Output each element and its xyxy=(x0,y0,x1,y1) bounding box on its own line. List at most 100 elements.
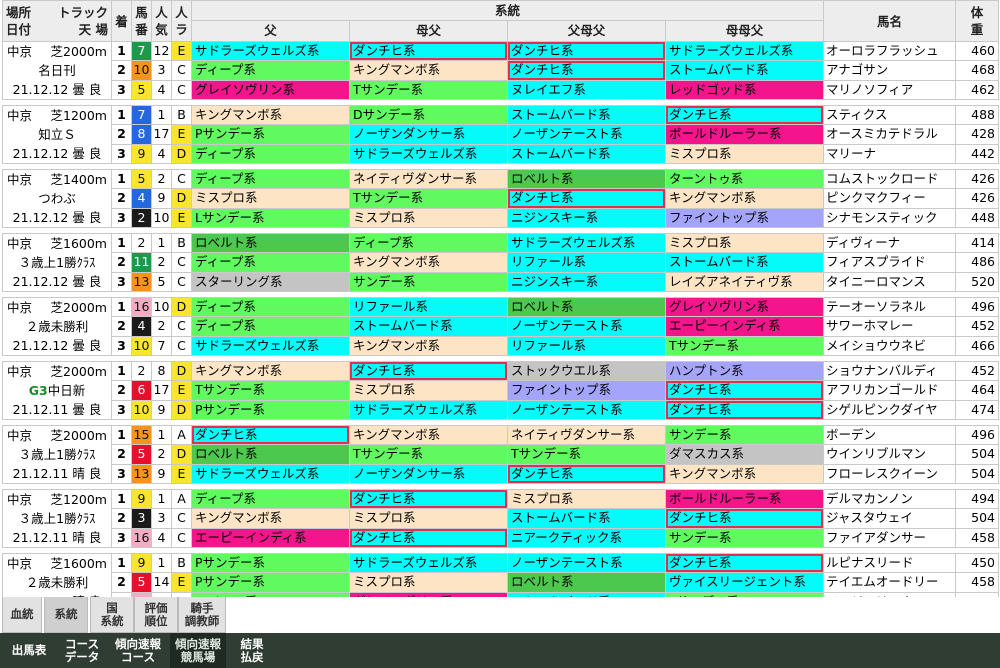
popularity: 4 xyxy=(151,527,172,549)
horse-name[interactable]: ディヴィーナ xyxy=(823,232,957,254)
horse-name[interactable]: スティクス xyxy=(823,104,957,126)
horse-name[interactable]: シゲルピンクダイヤ xyxy=(823,399,957,421)
horse-weight: 448 xyxy=(955,207,1000,229)
sire-damsire-lineage: ノーザンテースト系 xyxy=(507,552,666,574)
sire-lineage: ディープ系 xyxy=(191,316,350,337)
tab-keitou[interactable]: 系統 xyxy=(44,597,88,633)
sire-damsire-lineage: ヌレイエフ系 xyxy=(507,79,666,101)
table-row[interactable]: 中京 芝2000m G3中日新 21.12.11 曇 良 1 2 8 D キングマンボ系 ダンチヒ… xyxy=(2,360,1000,420)
table-row[interactable]: 中京芝1600m２歳未勝利21.12.11 晴 良191BPサンデー系サドラーズ… xyxy=(2,552,1000,612)
table-row[interactable]: 2 8 17 E Pサンデー系 ノーザンダンサー系 ノーザンテースト系 ボールドルーラー系 オー… xyxy=(3,124,1000,145)
race-info[interactable]: 中京 芝2000m ２歳未勝利 21.12.12 曇 良 xyxy=(2,297,112,356)
horse-name[interactable]: シナモンスティック xyxy=(823,207,957,229)
horse-name[interactable]: テーオーソラネル xyxy=(823,296,957,318)
weight-header: 体重 xyxy=(955,0,1000,42)
table-row[interactable]: 3 10 9 D Pサンデー系 サドラーズウェルズ系 ノーザンテースト系 ダンチヒ系 シゲルピン… xyxy=(3,399,1000,421)
horse-name[interactable]: オーロラフラッシュ xyxy=(823,40,957,62)
horse-name[interactable]: アナゴサン xyxy=(823,60,957,81)
table-row[interactable]: 2 4 9 D ミスプロ系 Tサンデー系 ダンチヒ系 キングマンボ系 ピンクマクフィー 426 xyxy=(3,188,1000,209)
race-class-name: ２歳未勝利 xyxy=(25,575,89,590)
nav-trend-course[interactable]: 傾向速報 コース xyxy=(110,633,166,668)
table-row[interactable]: 2 5 14 E Pサンデー系 ミスプロ系 ロベルト系 ヴァイスリージェント系 テイエムオードリ… xyxy=(3,572,1000,593)
table-row[interactable]: 3 2 10 E Lサンデー系 ミスプロ系 ニジンスキー系 ファイントップ系 シナモンスティック… xyxy=(3,207,1000,229)
race-weather: 晴 xyxy=(72,466,85,481)
race-info[interactable]: 中京 芝1400m つわぶ 21.12.12 曇 良 xyxy=(2,169,112,228)
finish-rank: 2 xyxy=(111,60,132,81)
la-grade: D xyxy=(171,399,192,421)
race-weather: 曇 xyxy=(72,402,85,417)
nav-trend-racecourse[interactable]: 傾向速報 競馬場 xyxy=(170,633,226,668)
sire-lineage: サドラーズウェルズ系 xyxy=(191,463,350,485)
tab-kishu-chokyoshi[interactable]: 騎手 調教師 xyxy=(178,597,226,633)
table-row[interactable]: 3 13 9 E サドラーズウェルズ系 ノーザンダンサー系 ダンチヒ系 キングマンボ系 フローレ… xyxy=(3,463,1000,485)
horse-name[interactable]: マリーナ xyxy=(823,143,957,165)
tab-hyoka-juni[interactable]: 評価 順位 xyxy=(134,597,178,633)
horse-number-value: 9 xyxy=(137,491,146,506)
horse-number: 10 xyxy=(131,399,152,421)
horse-name[interactable]: ウインリブルマン xyxy=(823,444,957,465)
race-weather: 曇 xyxy=(72,338,85,353)
horse-name[interactable]: テイエムオードリー xyxy=(823,572,957,593)
horse-weight: 452 xyxy=(955,360,1000,382)
la-grade: B xyxy=(171,104,192,126)
horse-name[interactable]: メイショウウネビ xyxy=(823,335,957,357)
race-info[interactable]: 中京 芝2000m 名日刊 21.12.12 曇 良 xyxy=(2,41,112,100)
horse-name[interactable]: アフリカンゴールド xyxy=(823,380,957,401)
table-row[interactable]: 2 11 2 C ディープ系 キングマンボ系 リファール系 ストームバード系 フィアスプライド 4… xyxy=(3,252,1000,273)
race-info[interactable]: 中京 芝1200m 知立Ｓ 21.12.12 曇 良 xyxy=(2,105,112,164)
nav-results-payout[interactable]: 結果 払戻 xyxy=(228,633,276,668)
table-row[interactable]: 中京 芝1600m ３歳上1勝ｸﾗｽ 21.12.12 曇 良 1 2 1 B ロベルト系 ディー… xyxy=(2,232,1000,292)
table-row[interactable]: 2 10 3 C ディープ系 キングマンボ系 ダンチヒ系 ストームバード系 アナゴサン 468 xyxy=(3,60,1000,81)
table-row[interactable]: 中京 芝2000m ２歳未勝利 21.12.12 曇 良 1 16 10 D ディープ系 リファー… xyxy=(2,296,1000,356)
race-class: ３歳上1勝ｸﾗｽ xyxy=(5,509,109,528)
nav-entries[interactable]: 出馬表 xyxy=(4,633,54,668)
table-row[interactable]: 3 16 4 C エーピーインディ系 ダンチヒ系 ニアークティック系 サンデー系 ファイアダンサ… xyxy=(3,527,1000,549)
race-info[interactable]: 中京 芝1600m ３歳上1勝ｸﾗｽ 21.12.12 曇 良 xyxy=(2,233,112,292)
horse-name[interactable]: フローレスクイーン xyxy=(823,463,957,485)
horse-name[interactable]: サワーホマレー xyxy=(823,316,957,337)
horse-name[interactable]: ショウナンバルディ xyxy=(823,360,957,382)
horse-name[interactable]: ファイアダンサー xyxy=(823,527,957,549)
race-venue: 中京 xyxy=(7,364,33,379)
broodmare-sire-lineage: ネイティヴダンサー系 xyxy=(349,168,508,190)
table-row[interactable]: 3 13 5 C スターリング系 サンデー系 ニジンスキー系 レイズアネイティヴ系 タイニーロマ… xyxy=(3,271,1000,293)
table-row[interactable]: 中京 芝1400m つわぶ 21.12.12 曇 良 1 5 2 C ディープ系 ネイティヴダンサ… xyxy=(2,168,1000,228)
horse-name[interactable]: コムストックロード xyxy=(823,168,957,190)
horse-name[interactable]: マリノソフィア xyxy=(823,79,957,101)
sire-lineage: Pサンデー系 xyxy=(191,124,350,145)
finish-rank: 1 xyxy=(111,552,132,574)
race-info[interactable]: 中京 芝2000m ３歳上1勝ｸﾗｽ 21.12.11 晴 良 xyxy=(2,425,112,484)
horse-name[interactable]: ジャスタウェイ xyxy=(823,508,957,529)
table-row[interactable]: 中京 芝1200m ３歳上1勝ｸﾗｽ 21.12.11 晴 良 1 9 1 A ディープ系 ダンチ… xyxy=(2,488,1000,548)
table-row[interactable]: 2 5 2 D ロベルト系 Tサンデー系 Tサンデー系 ダマスカス系 ウインリブルマン 504 xyxy=(3,444,1000,465)
horse-name[interactable]: タイニーロマンス xyxy=(823,271,957,293)
sire-damsire-lineage: ロベルト系 xyxy=(507,168,666,190)
sire-damsire-lineage: ロベルト系 xyxy=(507,296,666,318)
horse-name[interactable]: ピンクマクフィー xyxy=(823,188,957,209)
horse-name[interactable]: フィアスプライド xyxy=(823,252,957,273)
horse-name[interactable]: デルマカンノン xyxy=(823,488,957,510)
dam-damsire-lineage: ダンチヒ系 xyxy=(664,508,825,529)
table-row[interactable]: 2 3 3 C キングマンボ系 ミスプロ系 ストームバード系 ダンチヒ系 ジャスタウェイ 504 xyxy=(3,508,1000,529)
table-row[interactable]: 中京 芝2000m ３歳上1勝ｸﾗｽ 21.12.11 晴 良 1 15 1 A ダンチヒ系 キン… xyxy=(2,424,1000,484)
horse-name[interactable]: オースミカテドラル xyxy=(823,124,957,145)
horse-name[interactable]: ルピナスリード xyxy=(823,552,957,574)
horse-name[interactable]: ボーデン xyxy=(823,424,957,446)
table-row[interactable]: 中京 芝1200m 知立Ｓ 21.12.12 曇 良 1 7 1 B キングマンボ系 Dサンデー系… xyxy=(2,104,1000,164)
horse-number-value: 9 xyxy=(137,555,146,570)
race-info[interactable]: 中京 芝1200m ３歳上1勝ｸﾗｽ 21.12.11 晴 良 xyxy=(2,489,112,548)
tab-kuni-keitou[interactable]: 国 系統 xyxy=(90,597,134,633)
tab-kettou[interactable]: 血統 xyxy=(2,597,42,633)
table-row[interactable]: 3 10 7 C サドラーズウェルズ系 キングマンボ系 リファール系 Tサンデー系 メイショウウ… xyxy=(3,335,1000,357)
race-info[interactable]: 中京 芝2000m G3中日新 21.12.11 曇 良 xyxy=(2,361,112,420)
table-row[interactable]: 2 4 2 C ディープ系 ストームバード系 ノーザンテースト系 エーピーインディ系 サワーホマ… xyxy=(3,316,1000,337)
horse-number: 7 xyxy=(131,104,152,126)
nav-course-data[interactable]: コース データ xyxy=(56,633,108,668)
la-grade: C xyxy=(171,168,192,190)
horse-number-value: 16 xyxy=(133,299,150,314)
table-row[interactable]: 3 5 4 C グレイソヴリン系 Tサンデー系 ヌレイエフ系 レッドゴッド系 マリノソフィア 46… xyxy=(3,79,1000,101)
table-row[interactable]: 3 9 4 D ディープ系 サドラーズウェルズ系 ストームバード系 ミスプロ系 マリーナ 442 xyxy=(3,143,1000,165)
finish-rank: 1 xyxy=(111,168,132,190)
table-row[interactable]: 中京 芝2000m 名日刊 21.12.12 曇 良 1 7 12 E サドラーズウェルズ系 ダン… xyxy=(2,40,1000,100)
table-row[interactable]: 2 6 17 E Tサンデー系 ミスプロ系 ファイントップ系 ダンチヒ系 アフリカンゴールド 46… xyxy=(3,380,1000,401)
